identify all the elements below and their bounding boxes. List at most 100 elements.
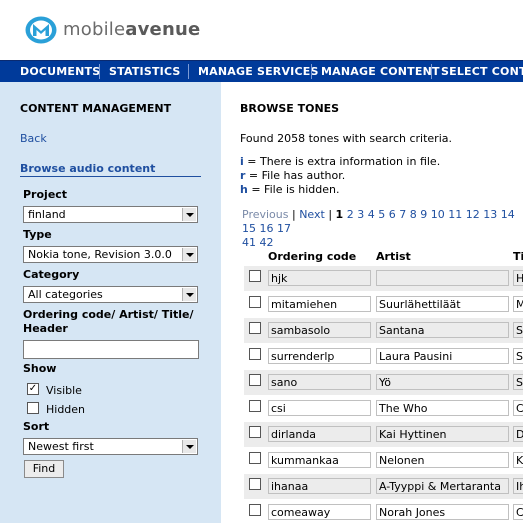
legend-text: = File has author. [245,169,346,182]
page-link[interactable]: 7 [399,208,406,221]
artist-cell[interactable]: Yö [376,374,509,390]
chevron-down-icon[interactable] [182,208,196,221]
title-cell[interactable]: Sa [513,374,523,390]
artist-cell[interactable]: Kai Hyttinen [376,426,509,442]
code-cell[interactable]: sambasolo [268,322,371,338]
back-link[interactable]: Back [20,132,47,145]
chevron-down-icon[interactable] [182,248,196,261]
row-checkbox[interactable] [249,400,261,412]
artist-cell[interactable]: Laura Pausini [376,348,509,364]
category-value: All categories [28,288,103,301]
pager-separator: | [324,208,336,221]
page-link[interactable]: 17 [277,222,291,235]
search-input[interactable] [23,340,199,359]
row-checkbox[interactable] [249,296,261,308]
code-cell[interactable]: hjk [268,270,371,286]
page-link[interactable]: 11 [448,208,462,221]
row-checkbox[interactable] [249,452,261,464]
nav-documents[interactable]: DOCUMENTS [20,61,100,82]
code-cell[interactable]: kummankaa [268,452,371,468]
pager-separator: | [288,208,300,221]
row-checkbox[interactable] [249,478,261,490]
page-link[interactable]: 3 [357,208,364,221]
code-cell[interactable]: ihanaa [268,478,371,494]
nav-divider [188,64,189,79]
artist-cell[interactable]: Norah Jones [376,504,509,520]
mobileavenue-logo-icon[interactable] [24,15,58,45]
project-value: finland [28,208,66,221]
category-select[interactable]: All categories [23,286,198,303]
title-cell[interactable]: C [513,400,523,416]
search-label-header: Header [23,322,68,335]
row-checkbox[interactable] [249,348,261,360]
page-link[interactable]: 8 [410,208,417,221]
artist-cell[interactable] [376,270,509,286]
browse-audio-link[interactable]: Browse audio content [20,162,155,175]
code-cell[interactable]: csi [268,400,371,416]
title-cell[interactable]: Di [513,426,523,442]
row-checkbox[interactable] [249,426,261,438]
project-select[interactable]: finland [23,206,198,223]
row-checkbox[interactable] [249,322,261,334]
code-cell[interactable]: comeaway [268,504,371,520]
page-link[interactable]: 4 [368,208,375,221]
title-cell[interactable]: C [513,504,523,520]
column-header-ordering-code[interactable]: Ordering code [268,250,356,263]
type-select[interactable]: Nokia tone, Revision 3.0.0 [23,246,198,263]
page-link[interactable]: 16 [260,222,274,235]
artist-cell[interactable]: Nelonen [376,452,509,468]
artist-cell[interactable]: Santana [376,322,509,338]
title-cell[interactable]: M [513,296,523,312]
page-link[interactable]: 13 [483,208,497,221]
page-link[interactable]: 9 [420,208,427,221]
find-button[interactable]: Find [24,460,64,478]
page-link[interactable]: 12 [466,208,480,221]
title-cell[interactable]: Ku [513,452,523,468]
page-link[interactable]: 10 [431,208,445,221]
page-link[interactable]: 15 [242,222,256,235]
code-cell[interactable]: mitamiehen [268,296,371,312]
legend-item: r = File has author. [240,169,345,182]
nav-manage-content[interactable]: MANAGE CONTENT [321,61,440,82]
chevron-down-icon[interactable] [182,288,196,301]
chevron-down-icon[interactable] [182,440,196,453]
visible-checkbox[interactable]: ✓ [27,383,39,395]
artist-cell[interactable]: Suurlähettiläät [376,296,509,312]
next-link[interactable]: Next [299,208,325,221]
code-cell[interactable]: surrenderlp [268,348,371,364]
nav-statistics[interactable]: STATISTICS [109,61,181,82]
code-cell[interactable]: dirlanda [268,426,371,442]
title-cell[interactable]: Ih [513,478,523,494]
title-cell[interactable]: He [513,270,523,286]
sort-select[interactable]: Newest first [23,438,198,455]
title-cell[interactable]: Su [513,348,523,364]
header: mobileavenue [0,0,523,60]
page-link[interactable]: 41 [242,236,256,249]
page-link[interactable]: 2 [347,208,354,221]
page-link[interactable]: 14 [501,208,515,221]
title-cell[interactable]: Sa [513,322,523,338]
hidden-checkbox[interactable] [27,402,39,414]
top-nav: DOCUMENTS STATISTICS MANAGE SERVICES MAN… [0,60,523,82]
legend-key: h [240,183,248,196]
row-checkbox[interactable] [249,504,261,516]
nav-select-content[interactable]: SELECT CONTENT [441,61,523,82]
page-link[interactable]: 5 [378,208,385,221]
visible-label: Visible [46,384,82,397]
row-checkbox[interactable] [249,374,261,386]
hidden-label: Hidden [46,403,86,416]
page-link[interactable]: 42 [260,236,274,249]
type-label: Type [23,228,52,241]
column-header-artist[interactable]: Artist [376,250,411,263]
code-cell[interactable]: sano [268,374,371,390]
legend-text: = There is extra information in file. [243,155,441,168]
column-header-title[interactable]: Ti [513,250,523,263]
nav-manage-services[interactable]: MANAGE SERVICES [198,61,319,82]
section-divider [20,176,201,177]
artist-cell[interactable]: A-Tyyppi & Mertaranta [376,478,509,494]
previous-link[interactable]: Previous [242,208,289,221]
row-checkbox[interactable] [249,270,261,282]
nav-divider [311,64,312,79]
artist-cell[interactable]: The Who [376,400,509,416]
page-link[interactable]: 6 [389,208,396,221]
